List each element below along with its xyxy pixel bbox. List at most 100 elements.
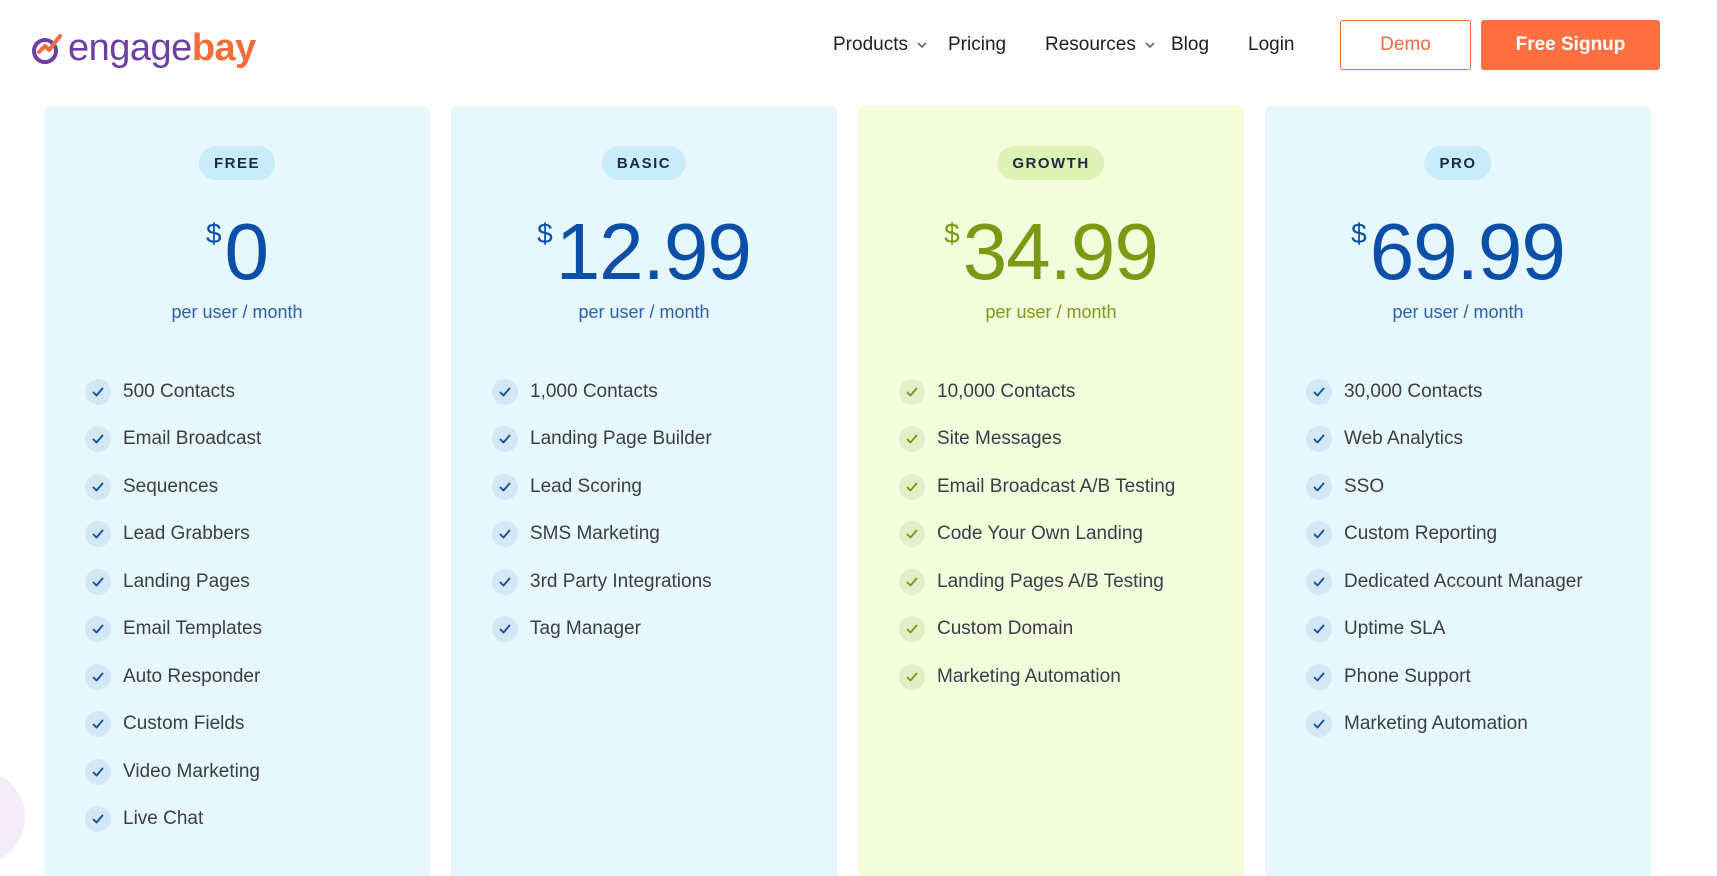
check-icon (899, 568, 925, 595)
feature-item: Site Messages (899, 416, 1175, 464)
price-period: per user / month (171, 302, 303, 322)
check-icon (85, 758, 111, 785)
check-icon (899, 378, 925, 405)
check-icon (1306, 616, 1332, 643)
check-icon (492, 473, 518, 500)
check-icon (1306, 473, 1332, 500)
feature-item: Landing Pages A/B Testing (899, 558, 1175, 606)
feature-label: Email Templates (123, 618, 263, 640)
feature-label: Live Chat (123, 808, 204, 830)
plan-price: $34.99 (858, 212, 1244, 292)
feature-label: Landing Pages A/B Testing (937, 570, 1164, 592)
feature-item: Marketing Automation (899, 653, 1175, 701)
check-icon (85, 663, 111, 690)
feature-item: Email Broadcast (85, 416, 262, 464)
feature-label: Code Your Own Landing (937, 523, 1143, 545)
plan-badge: BASIC (601, 146, 687, 180)
check-icon (85, 473, 111, 500)
logo-bay-text: bay (191, 27, 256, 69)
plan-card-basic: BASIC $12.99 per user / month 1,000 Contact… (451, 106, 837, 876)
price-period: per user / month (578, 302, 710, 322)
nav-pricing[interactable]: Pricing (948, 34, 1006, 56)
decorative-circle (0, 770, 25, 865)
check-icon (1306, 568, 1332, 595)
check-icon (899, 616, 925, 643)
nav-resources[interactable]: Resources (1045, 34, 1156, 56)
check-icon (492, 521, 518, 548)
plan-price: $12.99 (451, 207, 837, 296)
feature-label: Video Marketing (123, 760, 260, 782)
feature-item: SMS Marketing (492, 511, 712, 559)
nav-login[interactable]: Login (1248, 34, 1295, 56)
feature-item: Sequences (85, 463, 262, 511)
check-icon (1306, 426, 1332, 453)
check-icon (1306, 711, 1332, 738)
feature-label: Custom Reporting (1344, 523, 1498, 545)
currency-symbol: $ (205, 218, 222, 249)
currency-symbol: $ (944, 218, 960, 249)
logo-mark-icon (32, 34, 62, 64)
check-icon (492, 616, 518, 643)
check-icon (492, 568, 518, 595)
demo-button[interactable]: Demo (1340, 20, 1471, 70)
check-icon (1306, 521, 1332, 548)
feature-item: Code Your Own Landing (899, 511, 1175, 559)
check-icon (85, 521, 111, 548)
price-amount: 12.99 (555, 207, 752, 296)
check-icon (85, 806, 111, 833)
feature-item: 1,000 Contacts (492, 368, 712, 416)
feature-item: Landing Pages (85, 558, 262, 606)
feature-item: Lead Grabbers (85, 511, 262, 559)
feature-label: Uptime SLA (1344, 618, 1446, 640)
feature-label: Landing Pages (123, 570, 250, 592)
plan-price: $69.99 (1265, 207, 1651, 296)
feature-label: Auto Responder (123, 665, 261, 687)
feature-label: SSO (1344, 475, 1385, 497)
free-signup-button[interactable]: Free Signup (1481, 20, 1660, 70)
feature-item: Email Templates (85, 606, 262, 654)
plan-card-growth: GROWTH $34.99 per user / month 10,000 Conta… (858, 106, 1244, 876)
feature-label: Custom Domain (937, 618, 1074, 640)
nav-blog[interactable]: Blog (1171, 34, 1209, 56)
feature-item: Video Marketing (85, 748, 262, 796)
feature-item: Tag Manager (492, 606, 712, 654)
feature-list: 30,000 Contacts Web Analytics SSO Custom Re… (1306, 368, 1583, 748)
feature-label: 10,000 Contacts (937, 380, 1076, 402)
logo-text: engagebay (68, 29, 256, 67)
logo-engage-text: engage (68, 27, 192, 69)
price-period: per user / month (1392, 302, 1524, 322)
feature-item: Email Broadcast A/B Testing (899, 463, 1175, 511)
nav-login-label: Login (1248, 34, 1295, 55)
feature-label: Email Broadcast A/B Testing (937, 475, 1176, 497)
price-amount: 69.99 (1369, 207, 1566, 296)
check-icon (1306, 663, 1332, 690)
feature-item: Custom Reporting (1306, 511, 1583, 559)
currency-symbol: $ (537, 218, 553, 249)
feature-item: Marketing Automation (1306, 701, 1583, 749)
feature-list: 10,000 Contacts Site Messages Email Broadc… (899, 368, 1175, 701)
plan-price: $0 (44, 212, 430, 292)
nav-pricing-label: Pricing (948, 34, 1007, 55)
plan-badge: FREE (198, 146, 276, 180)
nav-resources-label: Resources (1045, 34, 1136, 55)
feature-item: 3rd Party Integrations (492, 558, 712, 606)
plan-card-pro: PRO $69.99 per user / month 30,000 Contacts… (1265, 106, 1651, 876)
engagebay-logo[interactable]: engagebay (30, 26, 256, 70)
feature-item: Lead Scoring (492, 463, 712, 511)
feature-item: 30,000 Contacts (1306, 368, 1583, 416)
check-icon (85, 616, 111, 643)
currency-symbol: $ (1351, 218, 1367, 249)
check-icon (85, 711, 111, 738)
feature-label: Tag Manager (530, 618, 641, 640)
feature-item: Auto Responder (85, 653, 262, 701)
feature-label: 500 Contacts (123, 380, 235, 402)
nav-products[interactable]: Products (833, 34, 928, 56)
feature-label: 3rd Party Integrations (530, 570, 712, 592)
feature-item: 500 Contacts (85, 368, 262, 416)
check-icon (899, 473, 925, 500)
feature-label: Dedicated Account Manager (1344, 570, 1583, 592)
feature-label: SMS Marketing (530, 523, 660, 545)
feature-item: Landing Page Builder (492, 416, 712, 464)
check-icon (85, 426, 111, 453)
feature-label: Lead Grabbers (123, 523, 250, 545)
